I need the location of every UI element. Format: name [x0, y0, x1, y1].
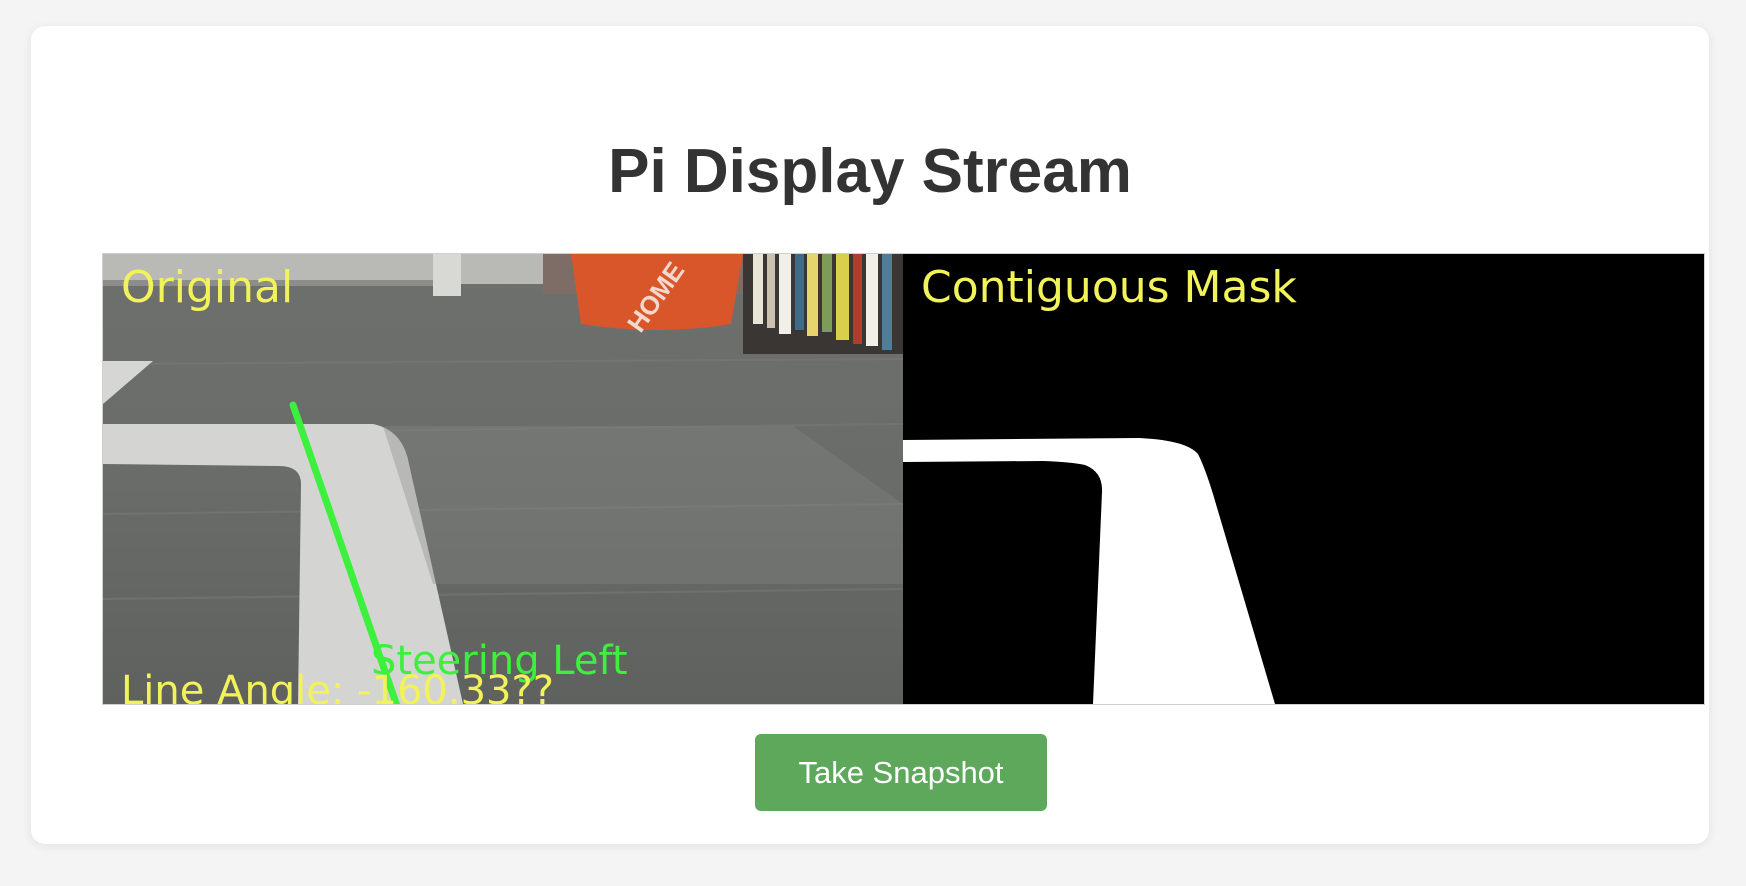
original-label: Original: [121, 262, 293, 313]
mask-panel: Contiguous Mask: [903, 254, 1704, 704]
books-shape: [743, 254, 903, 354]
stream-frame: HOME Original Steering Left Line Angle: …: [103, 254, 1704, 704]
video-stream: HOME Original Steering Left Line Angle: …: [102, 253, 1705, 705]
mask-label: Contiguous Mask: [921, 262, 1297, 313]
page-title: Pi Display Stream: [608, 137, 1132, 206]
take-snapshot-button[interactable]: Take Snapshot: [755, 734, 1047, 811]
line-angle-text: Line Angle: -160.33??: [121, 668, 554, 704]
main-card: Pi Display Stream HOME Original Steering…: [31, 26, 1709, 844]
original-panel: HOME Original Steering Left Line Angle: …: [103, 254, 904, 704]
